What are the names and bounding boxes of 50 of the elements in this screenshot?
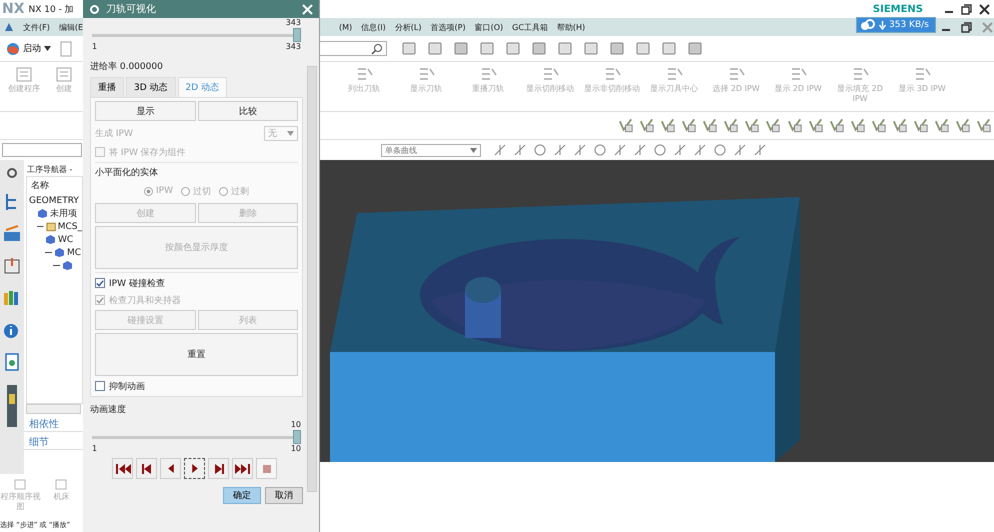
checkbox-label: IPW 碰撞检查 [109, 278, 165, 290]
checkbox-label: 抑制动画 [109, 380, 145, 392]
app-logo: NX [2, 1, 25, 17]
dialog-button[interactable]: 显示 [95, 101, 196, 121]
menu-item[interactable]: 信息(I) [361, 22, 386, 32]
tab[interactable]: 2D 动态 [178, 77, 228, 97]
start-button[interactable]: 启动 [4, 40, 53, 58]
ok-button[interactable]: 确定 [223, 487, 261, 504]
column-header[interactable]: 名称 [27, 177, 82, 194]
tree-item[interactable]: MCS_ [58, 222, 82, 232]
feed-rate-text: 进给率 0.000000 [90, 60, 164, 73]
tree-item[interactable]: MC [67, 248, 82, 258]
menu-item[interactable]: GC工具箱 [512, 22, 548, 32]
view-button[interactable]: 机床 [41, 478, 82, 520]
checkbox-label: 将 IPW 保存为组件 [109, 146, 186, 158]
curve-filter-dropdown[interactable]: 单条曲线 [381, 144, 481, 156]
slider-value: 343 [286, 18, 301, 28]
brand-logo: SIEMENS [872, 4, 923, 14]
window-title: NX 10 - 加 [28, 4, 74, 16]
menu-item[interactable]: 窗口(O) [474, 22, 504, 32]
view-button[interactable]: 程序顺序视图 [0, 478, 41, 520]
network-speed-badge: 353 KB/s [856, 17, 936, 33]
dialog-title: 刀轨可视化 [106, 2, 156, 16]
tree-item[interactable]: 未用项 [50, 207, 77, 220]
menu-item[interactable]: 首选项(P) [430, 22, 466, 32]
reset-button[interactable]: 重置 [95, 333, 298, 376]
radio-label: 过切 [192, 186, 211, 198]
slider-max: 10 [290, 444, 301, 454]
cancel-button[interactable]: 取消 [265, 487, 303, 504]
menu-item[interactable]: 分析(L) [394, 22, 422, 32]
slider-max: 343 [286, 42, 301, 52]
radio-label: 过剩 [230, 186, 249, 198]
tab[interactable]: 3D 动态 [126, 77, 176, 97]
section-title: 动画速度 [90, 404, 127, 416]
slider-value: 10 [290, 420, 301, 430]
checkbox-label: 检查刀具和夹持器 [109, 294, 181, 306]
field-label: 生成 IPW [95, 128, 133, 140]
dialog-button[interactable]: 比较 [198, 101, 298, 121]
slider-min: 1 [92, 444, 98, 454]
tree-item[interactable]: GEOMETRY [29, 196, 79, 206]
slider-min: 1 [92, 42, 98, 52]
radio-label: IPW [156, 186, 173, 196]
section-title: 小平面化的实体 [95, 166, 159, 179]
menu-item[interactable]: (M) [339, 22, 352, 32]
menu-item[interactable]: 帮助(H) [556, 22, 586, 32]
tab[interactable]: 重播 [90, 77, 124, 97]
menu-item[interactable]: 编辑(E [58, 22, 84, 32]
tree-item[interactable]: WC [58, 234, 74, 244]
menu-item[interactable]: 文件(F) [23, 22, 50, 32]
navigator-title: 工序导航器 - [26, 164, 74, 176]
